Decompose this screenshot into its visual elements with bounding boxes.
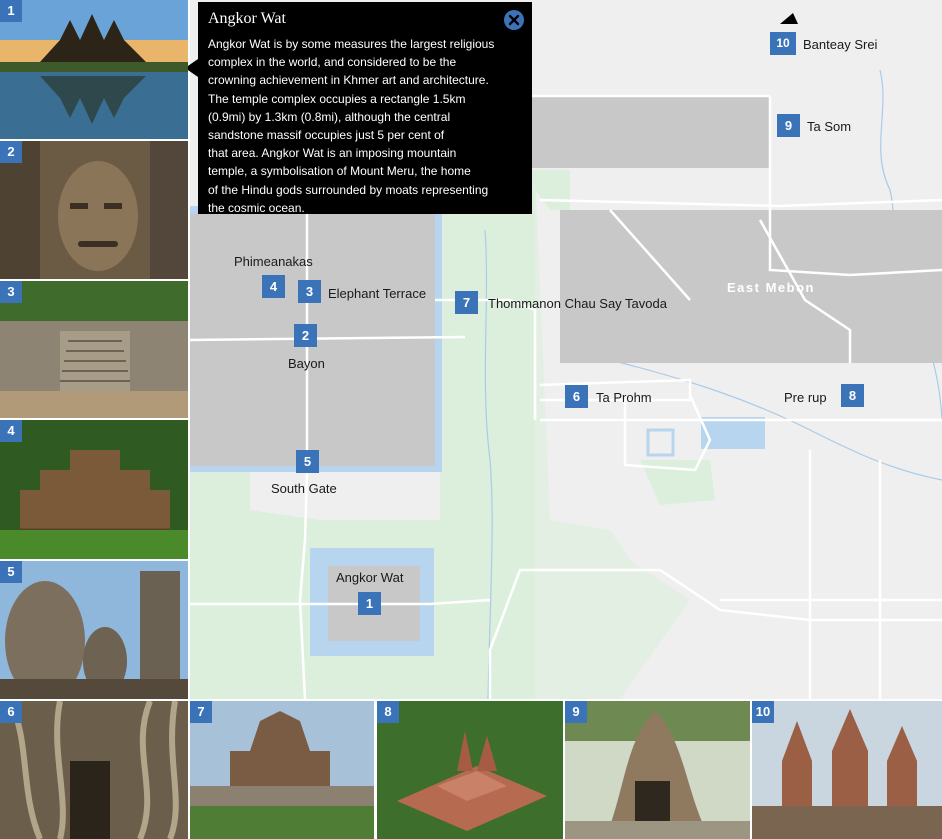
thumbnail-number: 1 <box>0 0 22 22</box>
thumbnail-number: 8 <box>377 701 399 723</box>
thumbnail-number: 4 <box>0 420 22 442</box>
popup-line: crowning achievement in Khmer art and ar… <box>208 73 489 88</box>
thumbnail-number: 9 <box>565 701 587 723</box>
label-banteay-srei[interactable]: Banteay Srei <box>803 37 877 52</box>
thumbnail-number: 10 <box>752 701 774 723</box>
thumbnail-number: 2 <box>0 141 22 163</box>
popup-line: Angkor Wat is by some measures the large… <box>208 37 495 51</box>
thumbnail-number: 3 <box>0 281 22 303</box>
thumbnail-7[interactable]: 7 <box>190 701 374 839</box>
popup-line: complex in the world, and considered to … <box>208 55 457 70</box>
label-ta-prohm[interactable]: Ta Prohm <box>596 390 652 405</box>
marker-8[interactable]: 8 <box>841 384 864 407</box>
photo-angkor-wat <box>0 0 188 139</box>
marker-5[interactable]: 5 <box>296 450 319 473</box>
popup-line: that area. Angkor Wat is an imposing mou… <box>208 146 457 161</box>
label-angkor-wat[interactable]: Angkor Wat <box>336 570 403 585</box>
marker-10[interactable]: 10 <box>770 32 796 55</box>
label-bayon[interactable]: Bayon <box>288 356 325 371</box>
marker-3[interactable]: 3 <box>298 280 321 303</box>
popup-line: The temple complex occupies a rectangle … <box>208 91 466 106</box>
photo-ta-prohm <box>0 701 188 839</box>
label-phimeanakas[interactable]: Phimeanakas <box>234 254 313 269</box>
popup-line: temple, a symbolisation of Mount Meru, t… <box>208 164 471 179</box>
thumbnail-6[interactable]: 6 <box>0 701 188 839</box>
thumbnail-2[interactable]: 2 <box>0 141 188 279</box>
close-icon[interactable] <box>504 10 524 30</box>
label-ta-som[interactable]: Ta Som <box>807 119 851 134</box>
label-elephant-terrace[interactable]: Elephant Terrace <box>328 286 426 301</box>
popup-line: sandstone massif occupies just 5 per cen… <box>208 128 445 143</box>
marker-9[interactable]: 9 <box>777 114 800 137</box>
thumbnail-10[interactable]: 10 <box>752 701 942 839</box>
thumbnail-number: 7 <box>190 701 212 723</box>
thumbnail-4[interactable]: 4 <box>0 420 188 559</box>
popup-title: Angkor Wat <box>208 10 286 27</box>
marker-6[interactable]: 6 <box>565 385 588 408</box>
photo-ta-som <box>565 701 750 839</box>
region-label-east-mebon: East Mebon <box>727 280 815 295</box>
thumbnail-8[interactable]: 8 <box>377 701 563 839</box>
photo-elephant-terrace <box>0 281 188 418</box>
photo-bayon-face <box>0 141 188 279</box>
photo-banteay-srei <box>752 701 942 839</box>
marker-2[interactable]: 2 <box>294 324 317 347</box>
label-thommanon[interactable]: Thommanon Chau Say Tavoda <box>488 296 667 311</box>
thumbnail-number: 5 <box>0 561 22 583</box>
photo-pre-rup <box>377 701 563 839</box>
popup-line: of the Hindu gods surrounded by moats re… <box>208 182 489 197</box>
info-popup: Angkor Wat Angkor Wat is by some measure… <box>198 2 532 217</box>
thumbnail-1[interactable]: 1 <box>0 0 188 139</box>
thumbnail-9[interactable]: 9 <box>565 701 750 839</box>
label-south-gate[interactable]: South Gate <box>271 481 337 496</box>
popup-description: Angkor Wat is by some measures the large… <box>208 35 522 217</box>
popup-line: (0.9mi) by 1.3km (0.8mi), although the c… <box>208 109 451 124</box>
thumbnail-5[interactable]: 5 <box>0 561 188 699</box>
photo-phimeanakas <box>0 420 188 559</box>
thumbnail-3[interactable]: 3 <box>0 281 188 418</box>
photo-thommanon <box>190 701 374 839</box>
popup-line: the cosmic ocean. <box>208 200 305 215</box>
label-pre-rup[interactable]: Pre rup <box>784 390 827 405</box>
marker-1[interactable]: 1 <box>358 592 381 615</box>
thumbnail-number: 6 <box>0 701 22 723</box>
marker-7[interactable]: 7 <box>455 291 478 314</box>
photo-south-gate <box>0 561 188 699</box>
marker-4[interactable]: 4 <box>262 275 285 298</box>
